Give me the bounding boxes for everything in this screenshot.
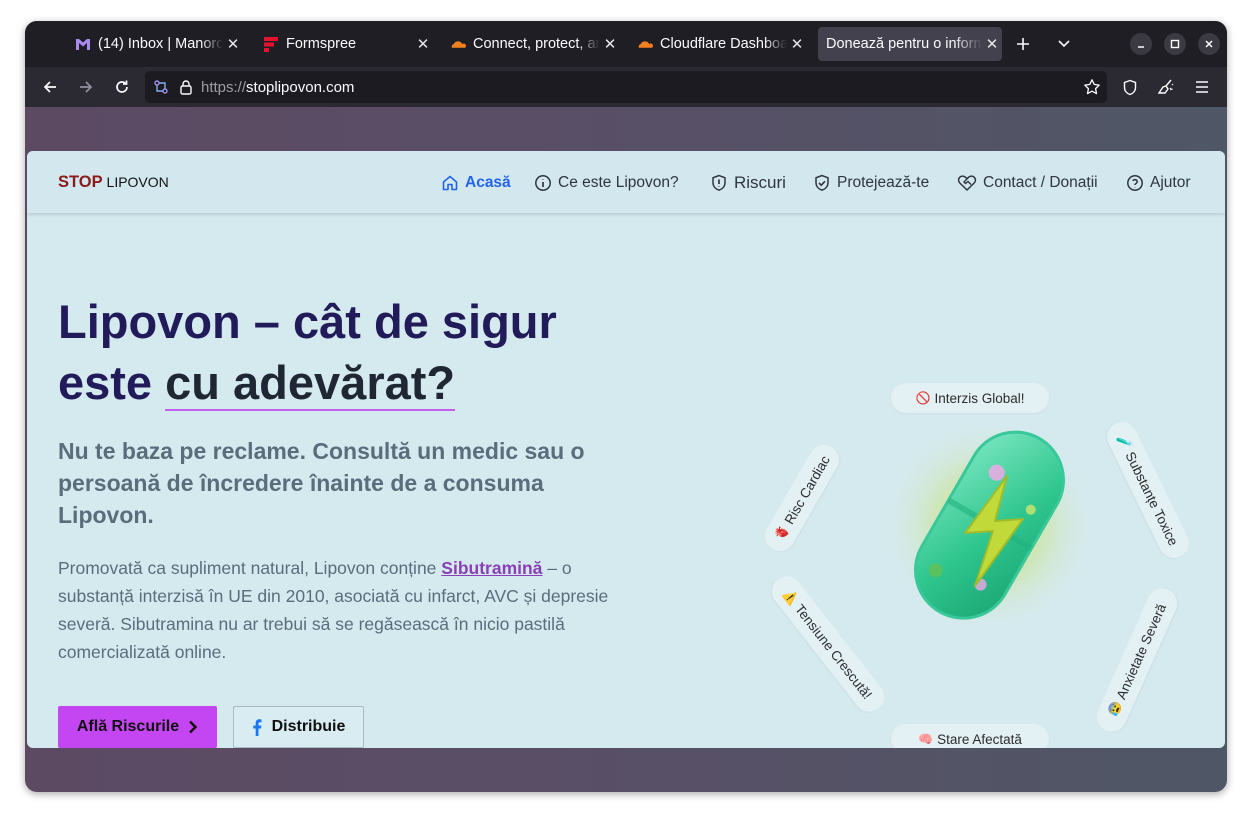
tab-formspree[interactable]: Formspree ✕ (263, 27, 433, 61)
shield-alert-icon (712, 174, 726, 191)
nav-contact-donatii[interactable]: Contact / Donații (957, 171, 1098, 195)
close-window-icon[interactable] (1198, 33, 1220, 55)
shield-check-icon (815, 174, 829, 191)
forward-icon[interactable] (74, 75, 98, 99)
url-text: https://stoplipovon.com (201, 78, 355, 96)
tab-gmail[interactable]: (14) Inbox | Manorolis ✕ (75, 27, 243, 61)
back-icon[interactable] (38, 75, 62, 99)
home-icon (442, 175, 458, 191)
formspree-icon (263, 36, 279, 52)
tab-cloudflare-dashboard[interactable]: Cloudflare Dashboard ✕ (637, 27, 807, 61)
nav-ce-este-lipovon[interactable]: Ce este Lipovon? (534, 171, 679, 195)
badge-risc-cardiac: 🫀 Risc Cardiac (759, 439, 845, 557)
pill-illustration (857, 381, 1137, 661)
heart-handshake-icon (957, 175, 977, 191)
tab-bar: (14) Inbox | Manorolis ✕ Formspree ✕ Con… (25, 21, 1227, 67)
badge-stare-afectata: 🧠 Stare Afectată (891, 724, 1049, 748)
gmail-icon (75, 36, 91, 52)
cloudflare-icon (637, 36, 653, 52)
hero-title: Lipovon – cât de sigur este cu adevărat? (58, 295, 557, 411)
chevron-right-icon (189, 720, 198, 734)
navigation-toolbar: https://stoplipovon.com (25, 67, 1227, 107)
menu-hamburger-icon[interactable] (1190, 75, 1214, 99)
site-header: STOP LIPOVON Acasă Ce este Lipovon? Risc… (27, 151, 1225, 213)
browser-window: (14) Inbox | Manorolis ✕ Formspree ✕ Con… (25, 21, 1227, 792)
nav-acasa[interactable]: Acasă (441, 171, 511, 195)
info-icon (535, 175, 551, 191)
close-tab-icon[interactable]: ✕ (982, 35, 1002, 53)
hero-subtitle: Nu te baza pe reclame. Consultă un medic… (58, 438, 585, 528)
facebook-icon (252, 718, 262, 736)
new-tab-icon[interactable] (1012, 33, 1034, 55)
badge-interzis-global: 🚫 Interzis Global! (891, 383, 1049, 413)
bookmark-star-icon[interactable] (1083, 78, 1101, 96)
close-tab-icon[interactable]: ✕ (600, 35, 620, 53)
hero-description: Promovată ca supliment natural, Lipovon … (58, 558, 609, 662)
help-icon (1127, 175, 1143, 191)
tracking-protection-icon[interactable] (153, 79, 169, 95)
close-tab-icon[interactable]: ✕ (223, 35, 243, 53)
shield-icon[interactable] (1118, 75, 1142, 99)
nav-protejeaza-te[interactable]: Protejează-te (813, 171, 929, 195)
lock-icon[interactable] (179, 79, 193, 95)
site-logo[interactable]: STOP LIPOVON (58, 173, 169, 192)
address-bar[interactable]: https://stoplipovon.com (145, 71, 1107, 103)
distribuie-button[interactable]: Distribuie (233, 706, 364, 748)
nav-ajutor[interactable]: Ajutor (1126, 171, 1191, 195)
minimize-icon[interactable] (1130, 33, 1152, 55)
tab-active-doneaza[interactable]: Donează pentru o informare ✕ (818, 27, 1002, 61)
list-tabs-chevron-icon[interactable] (1053, 33, 1075, 55)
close-tab-icon[interactable]: ✕ (787, 35, 807, 53)
maximize-icon[interactable] (1164, 33, 1186, 55)
cloudflare-icon (450, 36, 466, 52)
afla-riscurile-button[interactable]: Află Riscurile (58, 706, 217, 748)
web-page: STOP LIPOVON Acasă Ce este Lipovon? Risc… (27, 151, 1225, 748)
close-tab-icon[interactable]: ✕ (413, 35, 433, 53)
nav-riscuri[interactable]: Riscuri (710, 171, 786, 195)
reload-icon[interactable] (110, 75, 134, 99)
tab-cloudflare-connect[interactable]: Connect, protect, and build ✕ (450, 27, 620, 61)
extensions-broom-icon[interactable] (1154, 75, 1178, 99)
sibutramina-link[interactable]: Sibutramină (441, 558, 542, 578)
